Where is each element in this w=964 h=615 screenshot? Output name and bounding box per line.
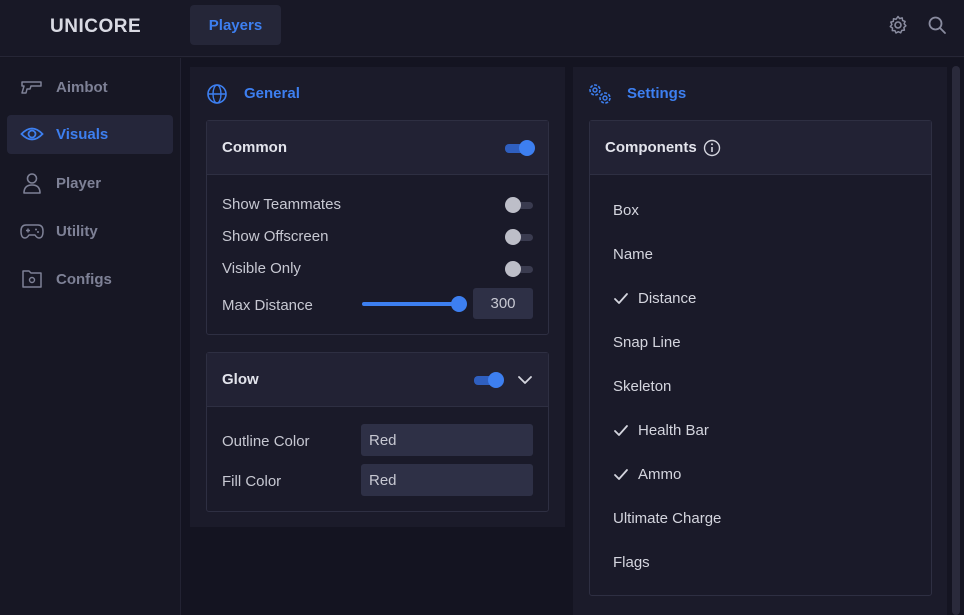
component-item[interactable]: Skeleton bbox=[613, 378, 671, 395]
settings-panel: Settings Components Box Name Distance Snap … bbox=[573, 67, 947, 615]
general-panel: General Common Show Teammates Show Offsc… bbox=[190, 67, 565, 527]
gears-icon bbox=[589, 84, 611, 104]
glow-title: Glow bbox=[222, 371, 259, 388]
glow-card-header: Glow bbox=[207, 353, 548, 407]
globe-icon bbox=[207, 84, 227, 104]
user-icon bbox=[23, 173, 41, 194]
top-bar: UNICORE Players bbox=[0, 0, 964, 57]
outline-color-select[interactable]: Red bbox=[361, 424, 533, 456]
component-item[interactable]: Ammo bbox=[638, 466, 681, 483]
max-distance-label: Max Distance bbox=[222, 297, 313, 314]
max-distance-slider-handle[interactable] bbox=[451, 296, 467, 312]
general-title: General bbox=[244, 85, 300, 102]
component-item[interactable]: Health Bar bbox=[638, 422, 709, 439]
glow-toggle[interactable] bbox=[474, 372, 504, 388]
fill-color-label: Fill Color bbox=[222, 473, 282, 490]
show-offscreen-toggle[interactable] bbox=[505, 229, 535, 245]
gear-icon[interactable] bbox=[888, 15, 908, 35]
common-title: Common bbox=[222, 139, 287, 156]
show-teammates-label: Show Teammates bbox=[222, 196, 341, 213]
common-card: Common Show Teammates Show Offscreen Vis… bbox=[206, 120, 549, 335]
info-icon[interactable] bbox=[703, 139, 721, 157]
visible-only-toggle[interactable] bbox=[505, 261, 535, 277]
sidebar-item-label: Player bbox=[56, 175, 102, 192]
gamepad-icon bbox=[20, 224, 44, 239]
sidebar-item-player[interactable]: Player bbox=[7, 164, 173, 203]
sidebar-item-visuals[interactable]: Visuals bbox=[7, 115, 173, 154]
component-item[interactable]: Flags bbox=[613, 554, 650, 571]
app-brand: UNICORE bbox=[50, 16, 142, 37]
component-item[interactable]: Name bbox=[613, 246, 653, 263]
fill-color-select[interactable]: Red bbox=[361, 464, 533, 496]
checkmark-icon bbox=[614, 293, 628, 304]
checkmark-icon bbox=[614, 425, 628, 436]
common-toggle[interactable] bbox=[505, 140, 535, 156]
sidebar-item-configs[interactable]: Configs bbox=[7, 260, 173, 299]
component-item[interactable]: Distance bbox=[638, 290, 696, 307]
max-distance-input[interactable]: 300 bbox=[473, 288, 533, 319]
show-offscreen-label: Show Offscreen bbox=[222, 228, 329, 245]
sidebar-item-aimbot[interactable]: Aimbot bbox=[7, 68, 173, 107]
settings-title: Settings bbox=[627, 85, 687, 102]
chevron-down-icon[interactable] bbox=[517, 374, 533, 386]
checkmark-icon bbox=[614, 469, 628, 480]
sidebar-item-label: Aimbot bbox=[56, 79, 108, 96]
folder-gear-icon bbox=[22, 270, 42, 288]
sidebar-item-utility[interactable]: Utility bbox=[7, 212, 173, 251]
sidebar: Aimbot Visuals Player Utility Configs bbox=[0, 58, 181, 615]
sidebar-item-label: Configs bbox=[56, 271, 112, 288]
components-card: Components Box Name Distance Snap Line Skele… bbox=[589, 120, 932, 596]
components-card-header: Components bbox=[590, 121, 931, 175]
component-item[interactable]: Snap Line bbox=[613, 334, 681, 351]
components-title: Components bbox=[605, 139, 697, 156]
max-distance-slider-track[interactable] bbox=[362, 302, 459, 306]
sidebar-item-label: Utility bbox=[56, 223, 98, 240]
eye-icon bbox=[20, 127, 44, 141]
visible-only-label: Visible Only bbox=[222, 260, 301, 277]
component-item[interactable]: Box bbox=[613, 202, 639, 219]
glow-card: Glow Outline Color Red Fill Color Red bbox=[206, 352, 549, 512]
component-item[interactable]: Ultimate Charge bbox=[613, 510, 721, 527]
gun-icon bbox=[21, 81, 42, 94]
scrollbar[interactable] bbox=[952, 66, 960, 615]
tab-players[interactable]: Players bbox=[190, 5, 281, 45]
sidebar-item-label: Visuals bbox=[56, 126, 109, 143]
outline-color-label: Outline Color bbox=[222, 433, 310, 450]
show-teammates-toggle[interactable] bbox=[505, 197, 535, 213]
search-icon[interactable] bbox=[927, 15, 947, 35]
common-card-header: Common bbox=[207, 121, 548, 175]
